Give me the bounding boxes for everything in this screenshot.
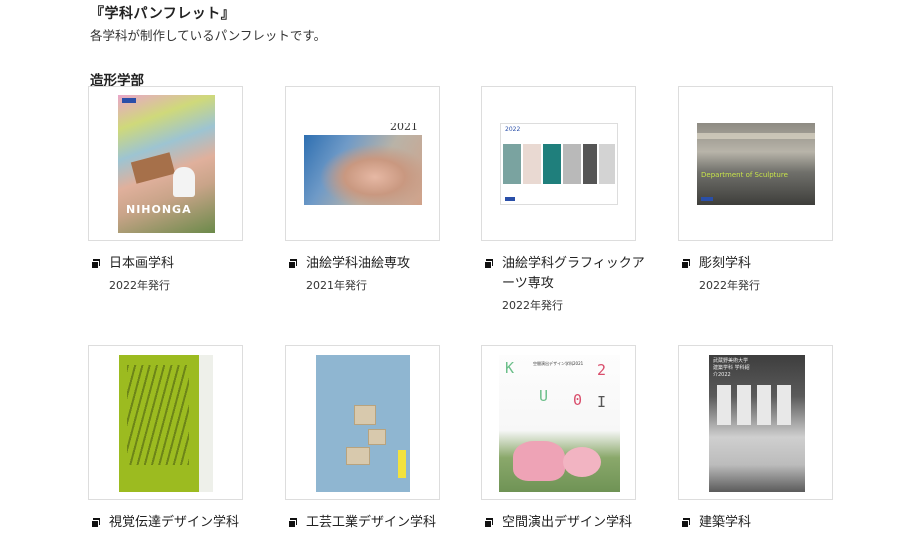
bullet-icon <box>288 518 297 528</box>
pamphlet-cover-image: NIHONGA <box>118 95 215 233</box>
pamphlet-thumbnail[interactable]: 2022 <box>481 86 636 241</box>
pamphlet-card-oil-painting[interactable]: 2021 油絵学科油絵専攻 2021年発行 <box>285 86 481 293</box>
pamphlet-year: 2022年発行 <box>109 279 170 292</box>
bullet-icon <box>288 259 297 269</box>
pamphlet-title-link[interactable]: 工芸工業デザイン学科 <box>306 513 451 533</box>
cover-text: NIHONGA <box>126 203 192 216</box>
pamphlet-card-architecture[interactable]: 武蔵野美術大学 建築学科 学科紹介2022 建築学科 <box>678 345 874 533</box>
bullet-icon <box>681 518 690 528</box>
page: 『学科パンフレット』 各学科が制作しているパンフレットです。 造形学部 NIHO… <box>0 0 918 530</box>
bullet-icon <box>484 259 493 269</box>
bullet-icon <box>681 259 690 269</box>
pamphlet-cover-image <box>119 355 213 492</box>
pamphlet-cover-image: Department of Sculpture <box>697 123 815 205</box>
cover-text: 2022 <box>505 126 521 133</box>
pamphlet-title-link[interactable]: 日本画学科 <box>109 254 254 274</box>
pamphlet-cover-image <box>316 355 410 492</box>
pamphlet-card-sculpture[interactable]: Department of Sculpture 彫刻学科 2022年発行 <box>678 86 874 293</box>
pamphlet-thumbnail[interactable]: 2021 <box>285 86 440 241</box>
pamphlet-title-link[interactable]: 油絵学科油絵専攻 <box>306 254 451 274</box>
pamphlet-thumbnail[interactable] <box>285 345 440 500</box>
pamphlet-card-graphic-arts[interactable]: 2022 油絵学科グラフィックアーツ専攻 2022年発行 <box>481 86 677 313</box>
pamphlet-title-link[interactable]: 建築学科 <box>699 513 844 533</box>
bullet-icon <box>91 259 100 269</box>
bullet-icon <box>91 518 100 528</box>
cover-text: 空間演出デザイン学科2021 <box>533 361 584 366</box>
pamphlet-year: 2022年発行 <box>699 279 760 292</box>
page-description: 各学科が制作しているパンフレットです。 <box>90 28 327 43</box>
pamphlet-cover-image: 武蔵野美術大学 建築学科 学科紹介2022 <box>709 355 805 492</box>
pamphlet-cover-image: 2021 <box>304 123 422 205</box>
pamphlet-title-link[interactable]: 油絵学科グラフィックアーツ専攻 <box>502 254 647 294</box>
cover-text: 2021 <box>390 123 418 133</box>
pamphlet-card-nihonga[interactable]: NIHONGA 日本画学科 2022年発行 <box>88 86 284 293</box>
pamphlet-title-link[interactable]: 視覚伝達デザイン学科 <box>109 513 254 533</box>
cover-text: 武蔵野美術大学 建築学科 学科紹介2022 <box>713 358 750 378</box>
bullet-icon <box>484 518 493 528</box>
pamphlet-year: 2021年発行 <box>306 279 367 292</box>
pamphlet-card-scenography-design[interactable]: 空間演出デザイン学科2021 K 2 U 0 I 空間演出デザイン学科 <box>481 345 677 533</box>
pamphlet-card-industrial-design[interactable]: 工芸工業デザイン学科 <box>285 345 481 533</box>
pamphlet-thumbnail[interactable] <box>88 345 243 500</box>
pamphlet-thumbnail[interactable]: Department of Sculpture <box>678 86 833 241</box>
pamphlet-cover-image: 2022 <box>500 123 618 205</box>
pamphlet-thumbnail[interactable]: 空間演出デザイン学科2021 K 2 U 0 I <box>481 345 636 500</box>
cover-text: Department of Sculpture <box>701 171 788 179</box>
pamphlet-title-link[interactable]: 空間演出デザイン学科 <box>502 513 647 533</box>
page-heading: 『学科パンフレット』 <box>90 6 236 22</box>
pamphlet-thumbnail[interactable]: NIHONGA <box>88 86 243 241</box>
pamphlet-cover-image: 空間演出デザイン学科2021 K 2 U 0 I <box>499 355 620 492</box>
pamphlet-card-visual-communication[interactable]: 視覚伝達デザイン学科 <box>88 345 284 533</box>
pamphlet-thumbnail[interactable]: 武蔵野美術大学 建築学科 学科紹介2022 <box>678 345 833 500</box>
pamphlet-year: 2022年発行 <box>502 299 563 312</box>
pamphlet-title-link[interactable]: 彫刻学科 <box>699 254 844 274</box>
